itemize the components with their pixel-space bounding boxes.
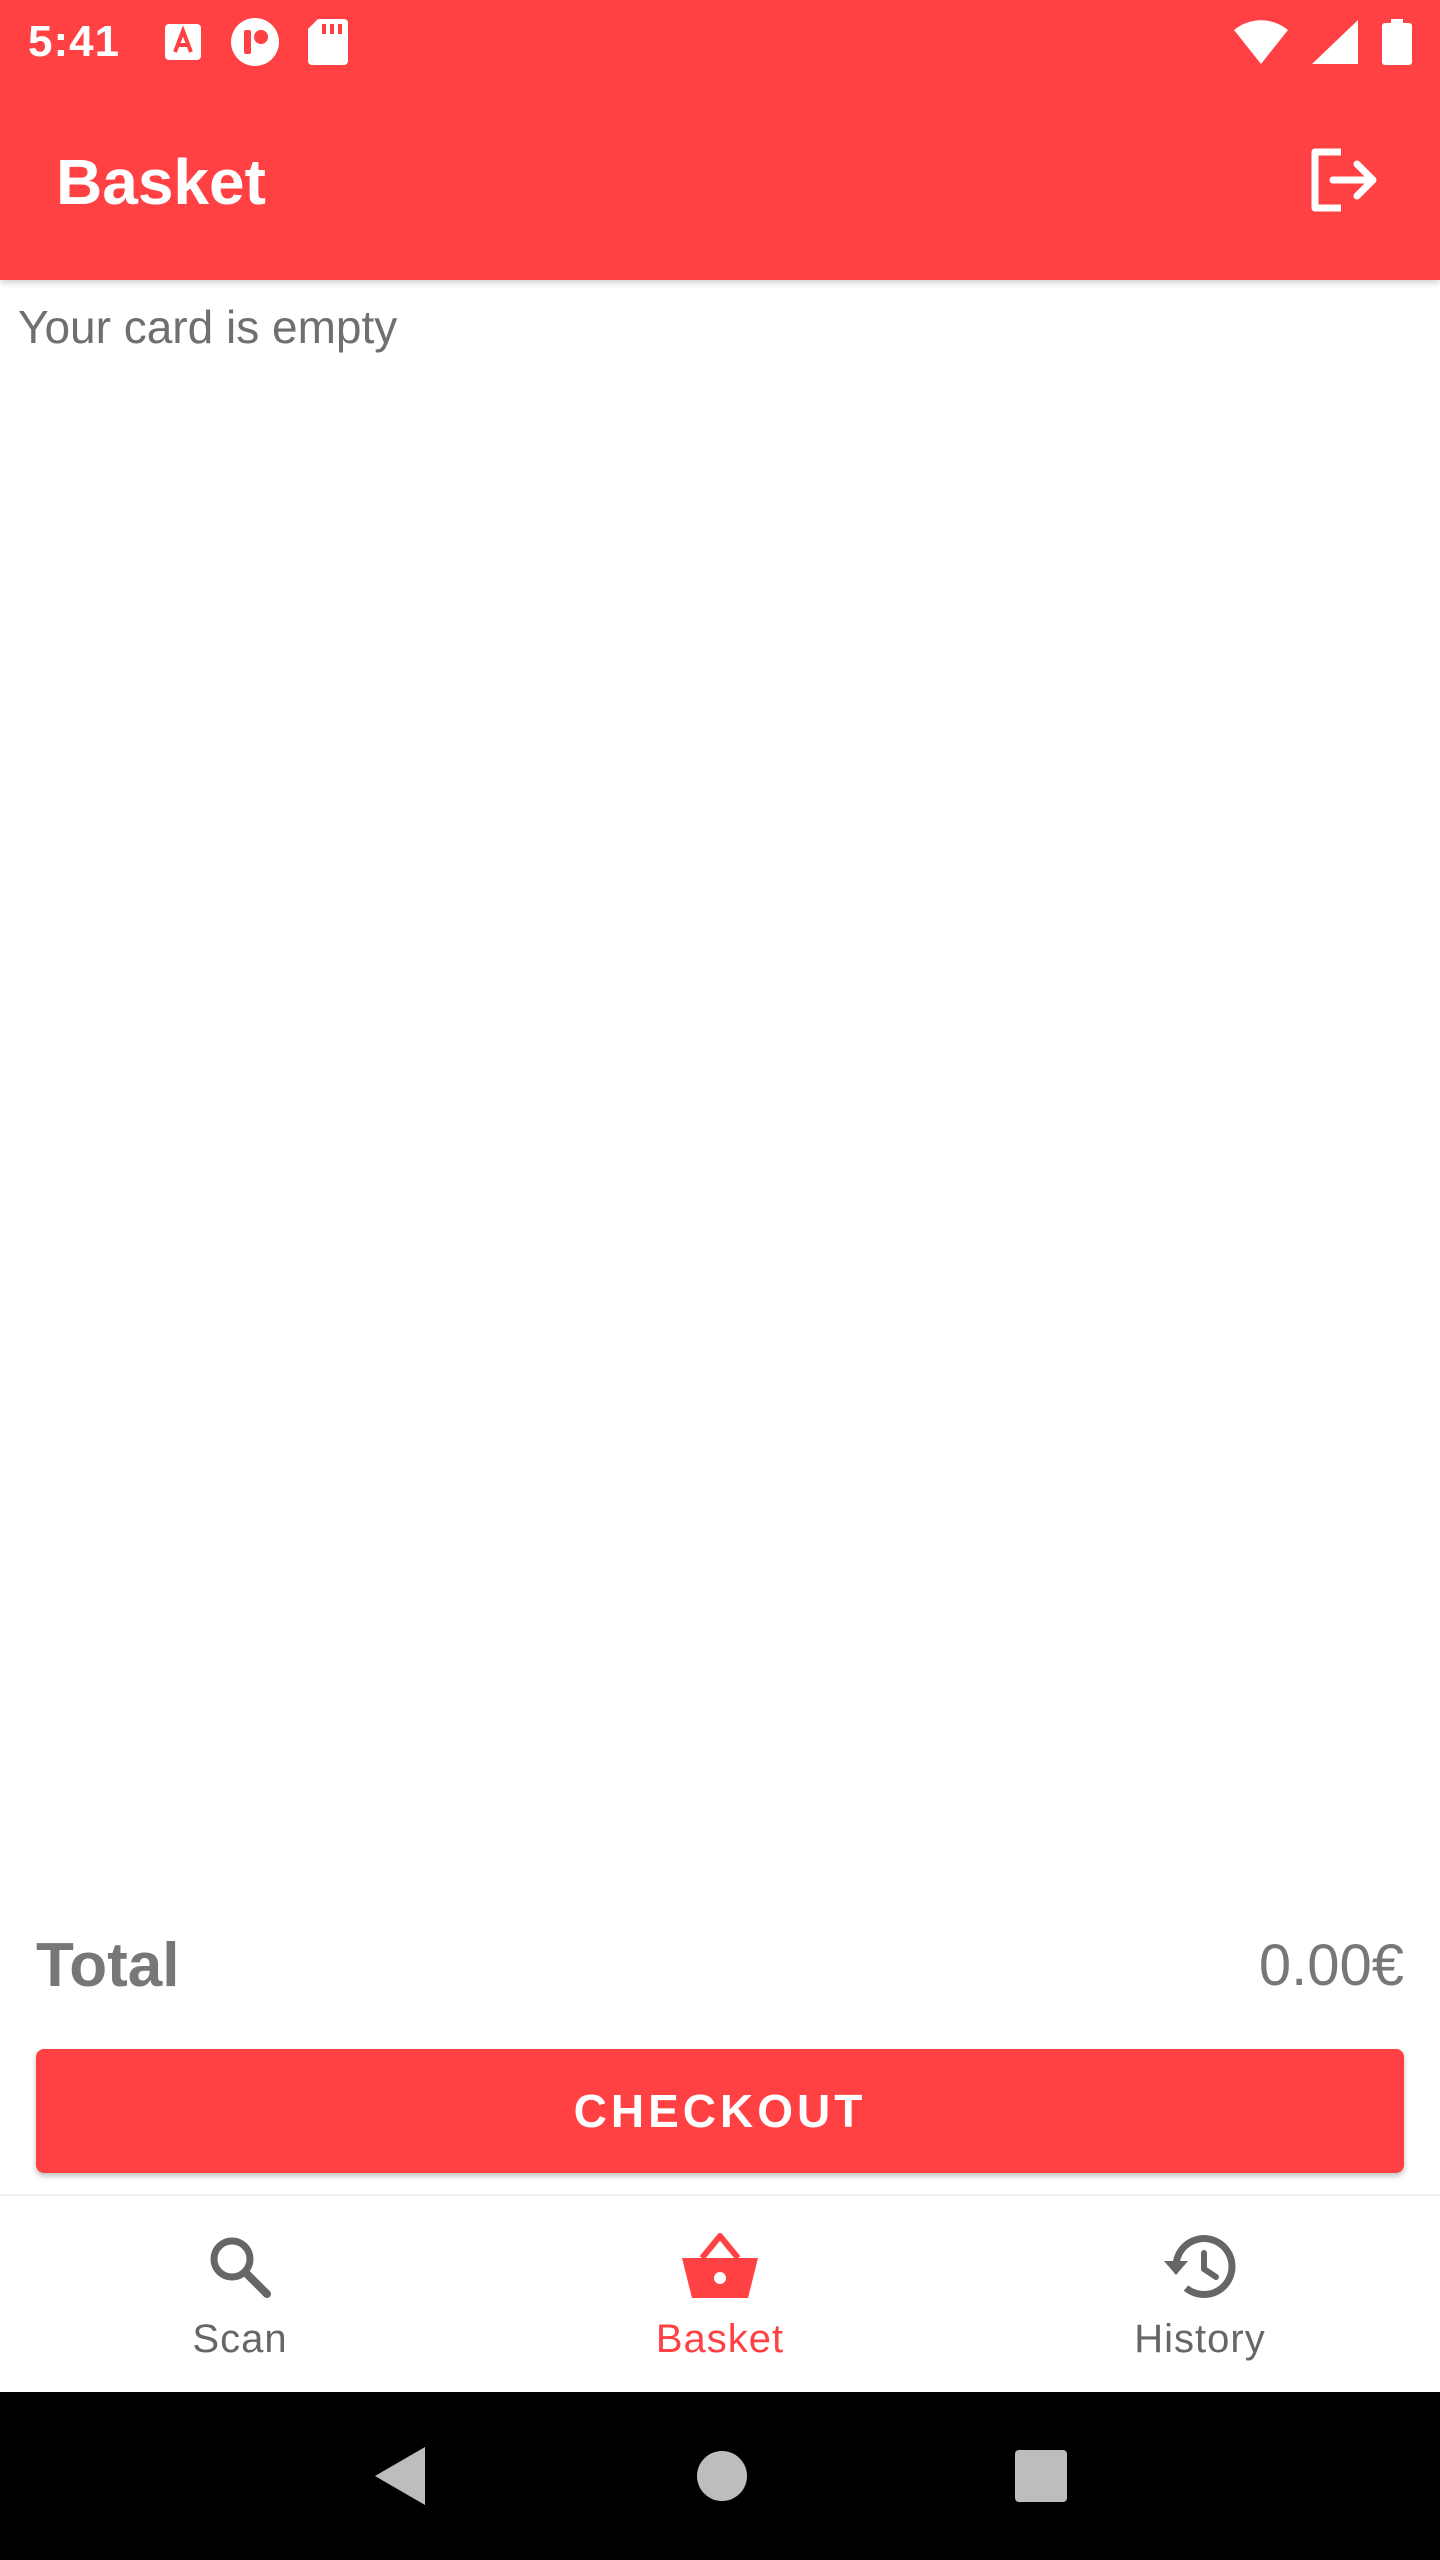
nav-item-history[interactable]: History [960, 2196, 1440, 2392]
wifi-icon [1234, 20, 1288, 64]
nav-label-history: History [1134, 2316, 1266, 2361]
total-label: Total [36, 1931, 180, 2000]
history-icon [1160, 2227, 1240, 2307]
system-navigation-bar [0, 2392, 1440, 2560]
status-right-icons [1234, 19, 1412, 65]
total-value: 0.00€ [1258, 1933, 1404, 1998]
status-bar: 5:41 [0, 0, 1440, 84]
nav-label-basket: Basket [655, 2316, 785, 2361]
basket-icon [680, 2227, 760, 2307]
sd-card-icon [308, 19, 349, 65]
page-title: Basket [56, 146, 266, 218]
recents-icon[interactable] [1014, 2450, 1067, 2502]
battery-icon [1382, 19, 1412, 65]
home-icon[interactable] [696, 2450, 748, 2502]
nav-item-scan[interactable]: Scan [0, 2196, 480, 2392]
back-icon[interactable] [373, 2445, 429, 2507]
status-left-icons [164, 17, 349, 67]
empty-basket-message: Your card is empty [18, 301, 398, 353]
logout-icon [1307, 146, 1381, 219]
status-time: 5:41 [28, 17, 121, 66]
autofill-a-icon [164, 23, 202, 61]
search-icon [200, 2227, 280, 2307]
logout-button[interactable] [1296, 134, 1392, 230]
checkout-button[interactable]: CHECKOUT [36, 2049, 1404, 2173]
nav-label-scan: Scan [192, 2316, 288, 2361]
app-bar: Basket [0, 84, 1440, 280]
nav-item-basket[interactable]: Basket [480, 2196, 960, 2392]
bottom-navigation: Scan Basket History [0, 2194, 1440, 2392]
media-app-icon [230, 17, 280, 67]
total-row: Total 0.00€ [36, 1930, 1404, 2001]
signal-icon [1312, 20, 1358, 64]
